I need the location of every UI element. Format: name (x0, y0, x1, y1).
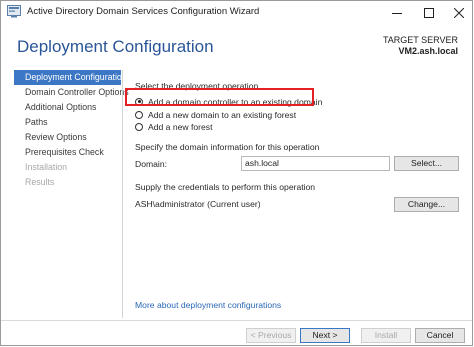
highlight-annotation-box (125, 88, 314, 106)
domain-label: Domain: (135, 159, 167, 169)
radio-button[interactable] (135, 110, 143, 119)
radio-button[interactable] (135, 122, 143, 131)
nav-item-results: Results (25, 177, 55, 187)
target-server-label: TARGET SERVER (382, 35, 458, 45)
install-button: Install (361, 328, 411, 343)
close-button[interactable] (444, 1, 474, 24)
nav-item-deployment-configuration[interactable]: Deployment Configuration (14, 70, 127, 85)
radio-label: Add a new forest (148, 121, 213, 132)
title-bar[interactable]: Active Directory Domain Services Configu… (1, 1, 472, 24)
previous-button: < Previous (246, 328, 296, 343)
nav-item-domain-controller-options[interactable]: Domain Controller Options (14, 85, 129, 100)
more-about-deployment-link[interactable]: More about deployment configurations (135, 300, 281, 310)
change-credentials-button[interactable]: Change... (394, 197, 459, 212)
nav-item-additional-options[interactable]: Additional Options (14, 100, 121, 115)
window-title: Active Directory Domain Services Configu… (27, 6, 260, 17)
current-credentials: ASH\administrator (Current user) (135, 199, 261, 209)
nav-divider (122, 70, 123, 318)
close-icon (454, 7, 464, 18)
next-button[interactable]: Next > (300, 328, 350, 343)
credentials-heading: Supply the credentials to perform this o… (135, 182, 316, 192)
nav-item-paths[interactable]: Paths (14, 115, 121, 130)
select-domain-button[interactable]: Select... (394, 156, 459, 171)
cancel-button[interactable]: Cancel (415, 328, 465, 343)
footer-divider (1, 320, 472, 321)
minimize-button[interactable] (382, 1, 412, 24)
maximize-icon (424, 7, 434, 18)
page-title: Deployment Configuration (17, 37, 214, 56)
wizard-window: Active Directory Domain Services Configu… (0, 0, 473, 346)
target-server-name: VM2.ash.local (398, 46, 458, 56)
nav-item-installation: Installation (25, 162, 68, 172)
server-manager-icon (7, 5, 21, 18)
minimize-icon (392, 12, 402, 14)
radio-add-new-domain[interactable]: Add a new domain to an existing forest (135, 109, 296, 120)
domain-info-heading: Specify the domain information for this … (135, 142, 320, 152)
radio-label: Add a new domain to an existing forest (148, 109, 297, 120)
nav-item-prerequisites-check[interactable]: Prerequisites Check (14, 145, 121, 160)
wizard-nav: Deployment Configuration Domain Controll… (14, 70, 129, 190)
maximize-button[interactable] (414, 1, 444, 24)
domain-field[interactable]: ash.local (241, 156, 390, 171)
target-server-info: TARGET SERVER VM2.ash.local (383, 35, 458, 57)
radio-add-new-forest[interactable]: Add a new forest (135, 121, 213, 132)
nav-item-review-options[interactable]: Review Options (14, 130, 121, 145)
